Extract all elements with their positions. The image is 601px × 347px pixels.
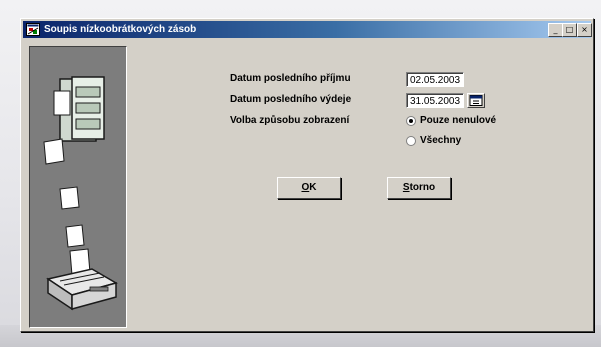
- last-receipt-label: Datum posledního příjmu: [230, 73, 351, 84]
- dialog-window: Soupis nízkoobrátkových zásob _ □ × Datu…: [20, 18, 594, 332]
- ok-button[interactable]: OK: [277, 177, 341, 199]
- minimize-icon: _: [553, 25, 558, 34]
- app-window-icon: [26, 23, 40, 36]
- calendar-button[interactable]: [467, 93, 485, 108]
- last-issue-date-field[interactable]: 31.05.2003: [406, 93, 464, 108]
- last-issue-label: Datum posledního výdeje: [230, 94, 352, 105]
- file-cabinet-icon: [53, 76, 105, 142]
- cancel-button-label: Storno: [402, 182, 436, 193]
- window-title: Soupis nízkoobrátkových zásob: [44, 24, 197, 35]
- close-button[interactable]: ×: [577, 23, 592, 37]
- ok-button-label: OK: [301, 182, 317, 193]
- title-bar[interactable]: Soupis nízkoobrátkových zásob _ □ ×: [23, 21, 592, 38]
- side-illustration-panel: [29, 46, 127, 328]
- radio-all-label[interactable]: Všechny: [420, 135, 461, 147]
- calendar-icon: [469, 95, 483, 106]
- printer-icon: [46, 248, 118, 311]
- radio-all[interactable]: [406, 136, 416, 146]
- close-icon: ×: [581, 25, 588, 34]
- minimize-button[interactable]: _: [548, 23, 563, 37]
- last-receipt-date-field[interactable]: 02.05.2003: [406, 72, 464, 87]
- radio-nonzero-only[interactable]: [406, 116, 416, 126]
- print-report-illustration: [43, 76, 118, 311]
- paper-sheet-icon: [43, 138, 85, 248]
- maximize-icon: □: [565, 25, 574, 34]
- cancel-button[interactable]: Storno: [387, 177, 451, 199]
- maximize-button[interactable]: □: [562, 23, 577, 37]
- display-mode-label: Volba způsobu zobrazení: [230, 115, 350, 126]
- radio-nonzero-only-label[interactable]: Pouze nenulové: [420, 115, 496, 127]
